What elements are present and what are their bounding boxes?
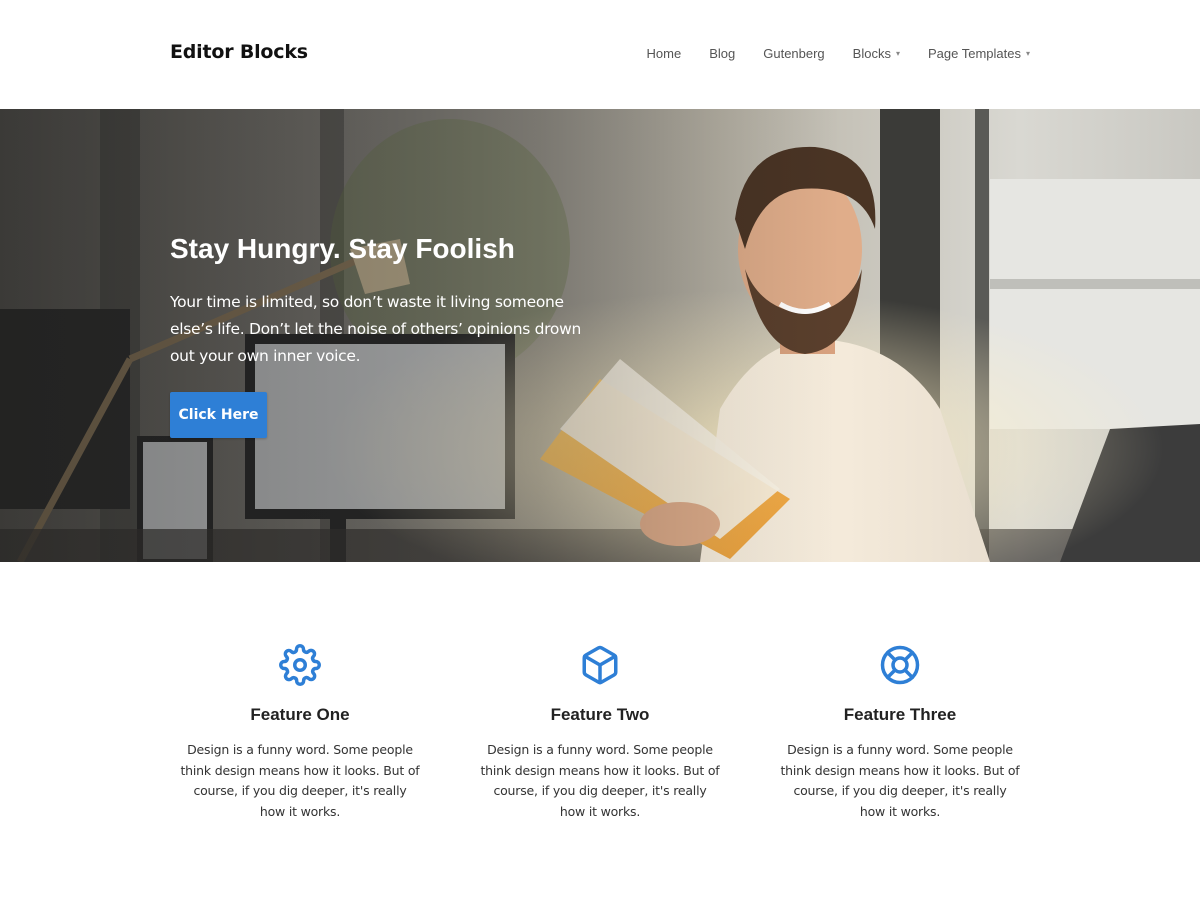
nav-item-blog[interactable]: Blog bbox=[709, 46, 735, 61]
feature-three: Feature Three Design is a funny word. So… bbox=[750, 562, 1050, 900]
feature-two: Feature Two Design is a funny word. Some… bbox=[450, 562, 750, 900]
nav-item-label: Gutenberg bbox=[763, 46, 825, 61]
feature-title: Feature One bbox=[250, 705, 350, 724]
hero-text: Your time is limited, so don’t waste it … bbox=[170, 293, 581, 365]
nav-item-label: Home bbox=[646, 46, 682, 61]
nav-item-label: Blocks bbox=[852, 46, 891, 61]
cube-icon bbox=[582, 645, 618, 685]
feature-title: Feature Three bbox=[843, 705, 957, 724]
hero-section: Stay Hungry. Stay Foolish Your time is l… bbox=[0, 109, 1200, 562]
feature-text: Design is a funny word. Some people thin… bbox=[780, 742, 1020, 819]
feature-one: Feature One Design is a funny word. Some… bbox=[150, 562, 450, 900]
nav-item-page-templates[interactable]: Page Templates ▾ bbox=[928, 46, 1030, 61]
feature-text: Design is a funny word. Some people thin… bbox=[180, 742, 420, 819]
nav-item-blocks[interactable]: Blocks ▾ bbox=[853, 46, 900, 61]
nav-item-home[interactable]: Home bbox=[647, 46, 682, 61]
features-section: Feature One Design is a funny word. Some… bbox=[150, 562, 1050, 900]
main-nav: Home Blog Gutenberg Blocks ▾ Page Templat… bbox=[647, 46, 1030, 61]
feature-text: Design is a funny word. Some people thin… bbox=[480, 742, 720, 819]
gear-icon bbox=[279, 644, 321, 686]
click-here-button[interactable]: Click Here bbox=[170, 392, 267, 438]
hero-title: Stay Hungry. Stay Foolish bbox=[170, 233, 515, 264]
site-header: Editor Blocks Home Blog Gutenberg Blocks… bbox=[0, 0, 1200, 109]
nav-item-label: Blog bbox=[709, 46, 736, 61]
chevron-down-icon: ▾ bbox=[895, 49, 900, 58]
site-title[interactable]: Editor Blocks bbox=[170, 41, 308, 63]
feature-title: Feature Two bbox=[550, 705, 650, 724]
nav-item-gutenberg[interactable]: Gutenberg bbox=[763, 46, 824, 61]
lifebuoy-icon bbox=[880, 645, 920, 685]
nav-item-label: Page Templates bbox=[927, 46, 1021, 61]
chevron-down-icon: ▾ bbox=[1025, 49, 1030, 58]
